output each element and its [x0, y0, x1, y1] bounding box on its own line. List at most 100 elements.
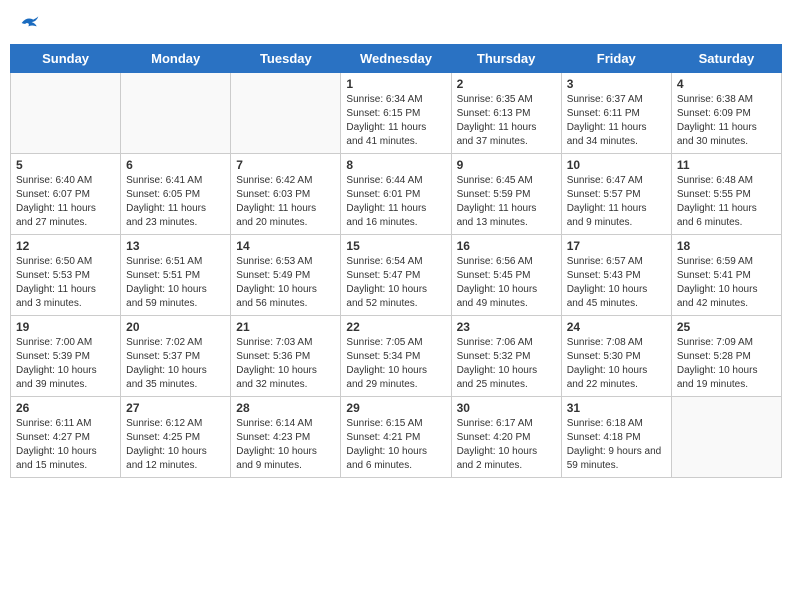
day-number: 25 [677, 320, 776, 334]
day-cell: 15Sunrise: 6:54 AM Sunset: 5:47 PM Dayli… [341, 235, 451, 316]
day-number: 30 [457, 401, 556, 415]
day-cell: 17 Sunrise: 6:57 AM Sunset: 5:43 PM Dayli… [561, 235, 671, 316]
week-row-3: 12 Sunrise: 6:50 AM Sunset: 5:53 PM Dayli… [11, 235, 782, 316]
day-info: Sunrise: 6:54 AM Sunset: 5:47 PM Dayligh… [346, 255, 445, 311]
day-number: 1 [346, 77, 445, 91]
day-info: Sunrise: 6:41 AM Sunset: 6:05 PM Dayligh… [126, 174, 225, 230]
day-number: 18 [677, 239, 776, 253]
day-cell: 27 Sunrise: 6:12 AM Sunset: 4:25 PM Dayli… [121, 397, 231, 478]
week-row-2: 5 Sunrise: 6:40 AM Sunset: 6:07 PM Daylig… [11, 154, 782, 235]
day-cell: 28Sunrise: 6:14 AM Sunset: 4:23 PM Dayli… [231, 397, 341, 478]
day-number: 5 [16, 158, 115, 172]
day-cell: 9Sunrise: 6:45 AM Sunset: 5:59 PM Daylig… [451, 154, 561, 235]
day-cell: 10Sunrise: 6:47 AM Sunset: 5:57 PM Dayli… [561, 154, 671, 235]
day-cell: 4Sunrise: 6:38 AM Sunset: 6:09 PM Daylig… [671, 73, 781, 154]
day-header-sunday: Sunday [11, 45, 121, 73]
day-cell: 30Sunrise: 6:17 AM Sunset: 4:20 PM Dayli… [451, 397, 561, 478]
header-row: SundayMondayTuesdayWednesdayThursdayFrid… [11, 45, 782, 73]
day-cell: 23Sunrise: 7:06 AM Sunset: 5:32 PM Dayli… [451, 316, 561, 397]
day-info: Sunrise: 7:06 AM Sunset: 5:32 PM Dayligh… [457, 336, 556, 392]
day-info: Sunrise: 6:53 AM Sunset: 5:49 PM Dayligh… [236, 255, 335, 311]
day-number: 6 [126, 158, 225, 172]
day-info: Sunrise: 6:50 AM Sunset: 5:53 PM Dayligh… [16, 255, 115, 311]
day-cell [671, 397, 781, 478]
day-cell: 6 Sunrise: 6:41 AM Sunset: 6:05 PM Daylig… [121, 154, 231, 235]
week-row-1: 1 Sunrise: 6:34 AM Sunset: 6:15 PM Daylig… [11, 73, 782, 154]
day-cell: 25 Sunrise: 7:09 AM Sunset: 5:28 PM Dayli… [671, 316, 781, 397]
day-info: Sunrise: 6:56 AM Sunset: 5:45 PM Dayligh… [457, 255, 556, 311]
day-info: Sunrise: 6:12 AM Sunset: 4:25 PM Dayligh… [126, 417, 225, 473]
day-info: Sunrise: 6:18 AM Sunset: 4:18 PM Dayligh… [567, 417, 666, 473]
day-cell: 12 Sunrise: 6:50 AM Sunset: 5:53 PM Dayli… [11, 235, 121, 316]
day-info: Sunrise: 7:09 AM Sunset: 5:28 PM Dayligh… [677, 336, 776, 392]
day-cell: 29 Sunrise: 6:15 AM Sunset: 4:21 PM Dayli… [341, 397, 451, 478]
day-info: Sunrise: 7:08 AM Sunset: 5:30 PM Dayligh… [567, 336, 666, 392]
day-number: 19 [16, 320, 115, 334]
day-header-wednesday: Wednesday [341, 45, 451, 73]
day-info: Sunrise: 6:48 AM Sunset: 5:55 PM Dayligh… [677, 174, 776, 230]
day-cell: 26 Sunrise: 6:11 AM Sunset: 4:27 PM Dayli… [11, 397, 121, 478]
day-cell: 13 Sunrise: 6:51 AM Sunset: 5:51 PM Dayli… [121, 235, 231, 316]
day-header-saturday: Saturday [671, 45, 781, 73]
day-header-tuesday: Tuesday [231, 45, 341, 73]
week-row-5: 26 Sunrise: 6:11 AM Sunset: 4:27 PM Dayli… [11, 397, 782, 478]
calendar-table: SundayMondayTuesdayWednesdayThursdayFrid… [10, 44, 782, 478]
day-cell: 5 Sunrise: 6:40 AM Sunset: 6:07 PM Daylig… [11, 154, 121, 235]
day-info: Sunrise: 6:45 AM Sunset: 5:59 PM Dayligh… [457, 174, 556, 230]
day-cell: 18 Sunrise: 6:59 AM Sunset: 5:41 PM Dayli… [671, 235, 781, 316]
day-number: 16 [457, 239, 556, 253]
day-number: 14 [236, 239, 335, 253]
day-cell: 16 Sunrise: 6:56 AM Sunset: 5:45 PM Dayli… [451, 235, 561, 316]
day-header-monday: Monday [121, 45, 231, 73]
day-cell: 14 Sunrise: 6:53 AM Sunset: 5:49 PM Dayli… [231, 235, 341, 316]
day-number: 4 [677, 77, 776, 91]
day-cell: 3 Sunrise: 6:37 AM Sunset: 6:11 PM Daylig… [561, 73, 671, 154]
day-cell: 31Sunrise: 6:18 AM Sunset: 4:18 PM Dayli… [561, 397, 671, 478]
week-row-4: 19Sunrise: 7:00 AM Sunset: 5:39 PM Dayli… [11, 316, 782, 397]
day-number: 27 [126, 401, 225, 415]
day-info: Sunrise: 7:03 AM Sunset: 5:36 PM Dayligh… [236, 336, 335, 392]
logo-bird-icon [20, 14, 40, 32]
day-info: Sunrise: 6:44 AM Sunset: 6:01 PM Dayligh… [346, 174, 445, 230]
day-info: Sunrise: 6:34 AM Sunset: 6:15 PM Dayligh… [346, 93, 445, 149]
day-info: Sunrise: 6:40 AM Sunset: 6:07 PM Dayligh… [16, 174, 115, 230]
day-number: 8 [346, 158, 445, 172]
day-number: 24 [567, 320, 666, 334]
day-number: 7 [236, 158, 335, 172]
day-info: Sunrise: 6:47 AM Sunset: 5:57 PM Dayligh… [567, 174, 666, 230]
day-number: 20 [126, 320, 225, 334]
day-number: 2 [457, 77, 556, 91]
logo [18, 14, 40, 32]
page-header [10, 10, 782, 36]
day-info: Sunrise: 6:51 AM Sunset: 5:51 PM Dayligh… [126, 255, 225, 311]
day-cell: 2 Sunrise: 6:35 AM Sunset: 6:13 PM Daylig… [451, 73, 561, 154]
day-info: Sunrise: 6:15 AM Sunset: 4:21 PM Dayligh… [346, 417, 445, 473]
day-cell: 11 Sunrise: 6:48 AM Sunset: 5:55 PM Dayli… [671, 154, 781, 235]
day-number: 3 [567, 77, 666, 91]
day-info: Sunrise: 7:05 AM Sunset: 5:34 PM Dayligh… [346, 336, 445, 392]
day-cell: 1 Sunrise: 6:34 AM Sunset: 6:15 PM Daylig… [341, 73, 451, 154]
day-info: Sunrise: 6:37 AM Sunset: 6:11 PM Dayligh… [567, 93, 666, 149]
day-number: 29 [346, 401, 445, 415]
day-number: 28 [236, 401, 335, 415]
day-number: 21 [236, 320, 335, 334]
day-number: 22 [346, 320, 445, 334]
day-number: 11 [677, 158, 776, 172]
day-cell [121, 73, 231, 154]
day-number: 13 [126, 239, 225, 253]
day-info: Sunrise: 6:11 AM Sunset: 4:27 PM Dayligh… [16, 417, 115, 473]
day-cell [231, 73, 341, 154]
day-cell: 8 Sunrise: 6:44 AM Sunset: 6:01 PM Daylig… [341, 154, 451, 235]
day-cell: 21 Sunrise: 7:03 AM Sunset: 5:36 PM Dayli… [231, 316, 341, 397]
day-cell: 20 Sunrise: 7:02 AM Sunset: 5:37 PM Dayli… [121, 316, 231, 397]
day-info: Sunrise: 6:35 AM Sunset: 6:13 PM Dayligh… [457, 93, 556, 149]
day-info: Sunrise: 6:59 AM Sunset: 5:41 PM Dayligh… [677, 255, 776, 311]
day-info: Sunrise: 6:42 AM Sunset: 6:03 PM Dayligh… [236, 174, 335, 230]
day-cell [11, 73, 121, 154]
day-number: 26 [16, 401, 115, 415]
day-number: 17 [567, 239, 666, 253]
day-cell: 7 Sunrise: 6:42 AM Sunset: 6:03 PM Daylig… [231, 154, 341, 235]
day-info: Sunrise: 6:57 AM Sunset: 5:43 PM Dayligh… [567, 255, 666, 311]
day-number: 12 [16, 239, 115, 253]
day-info: Sunrise: 7:02 AM Sunset: 5:37 PM Dayligh… [126, 336, 225, 392]
